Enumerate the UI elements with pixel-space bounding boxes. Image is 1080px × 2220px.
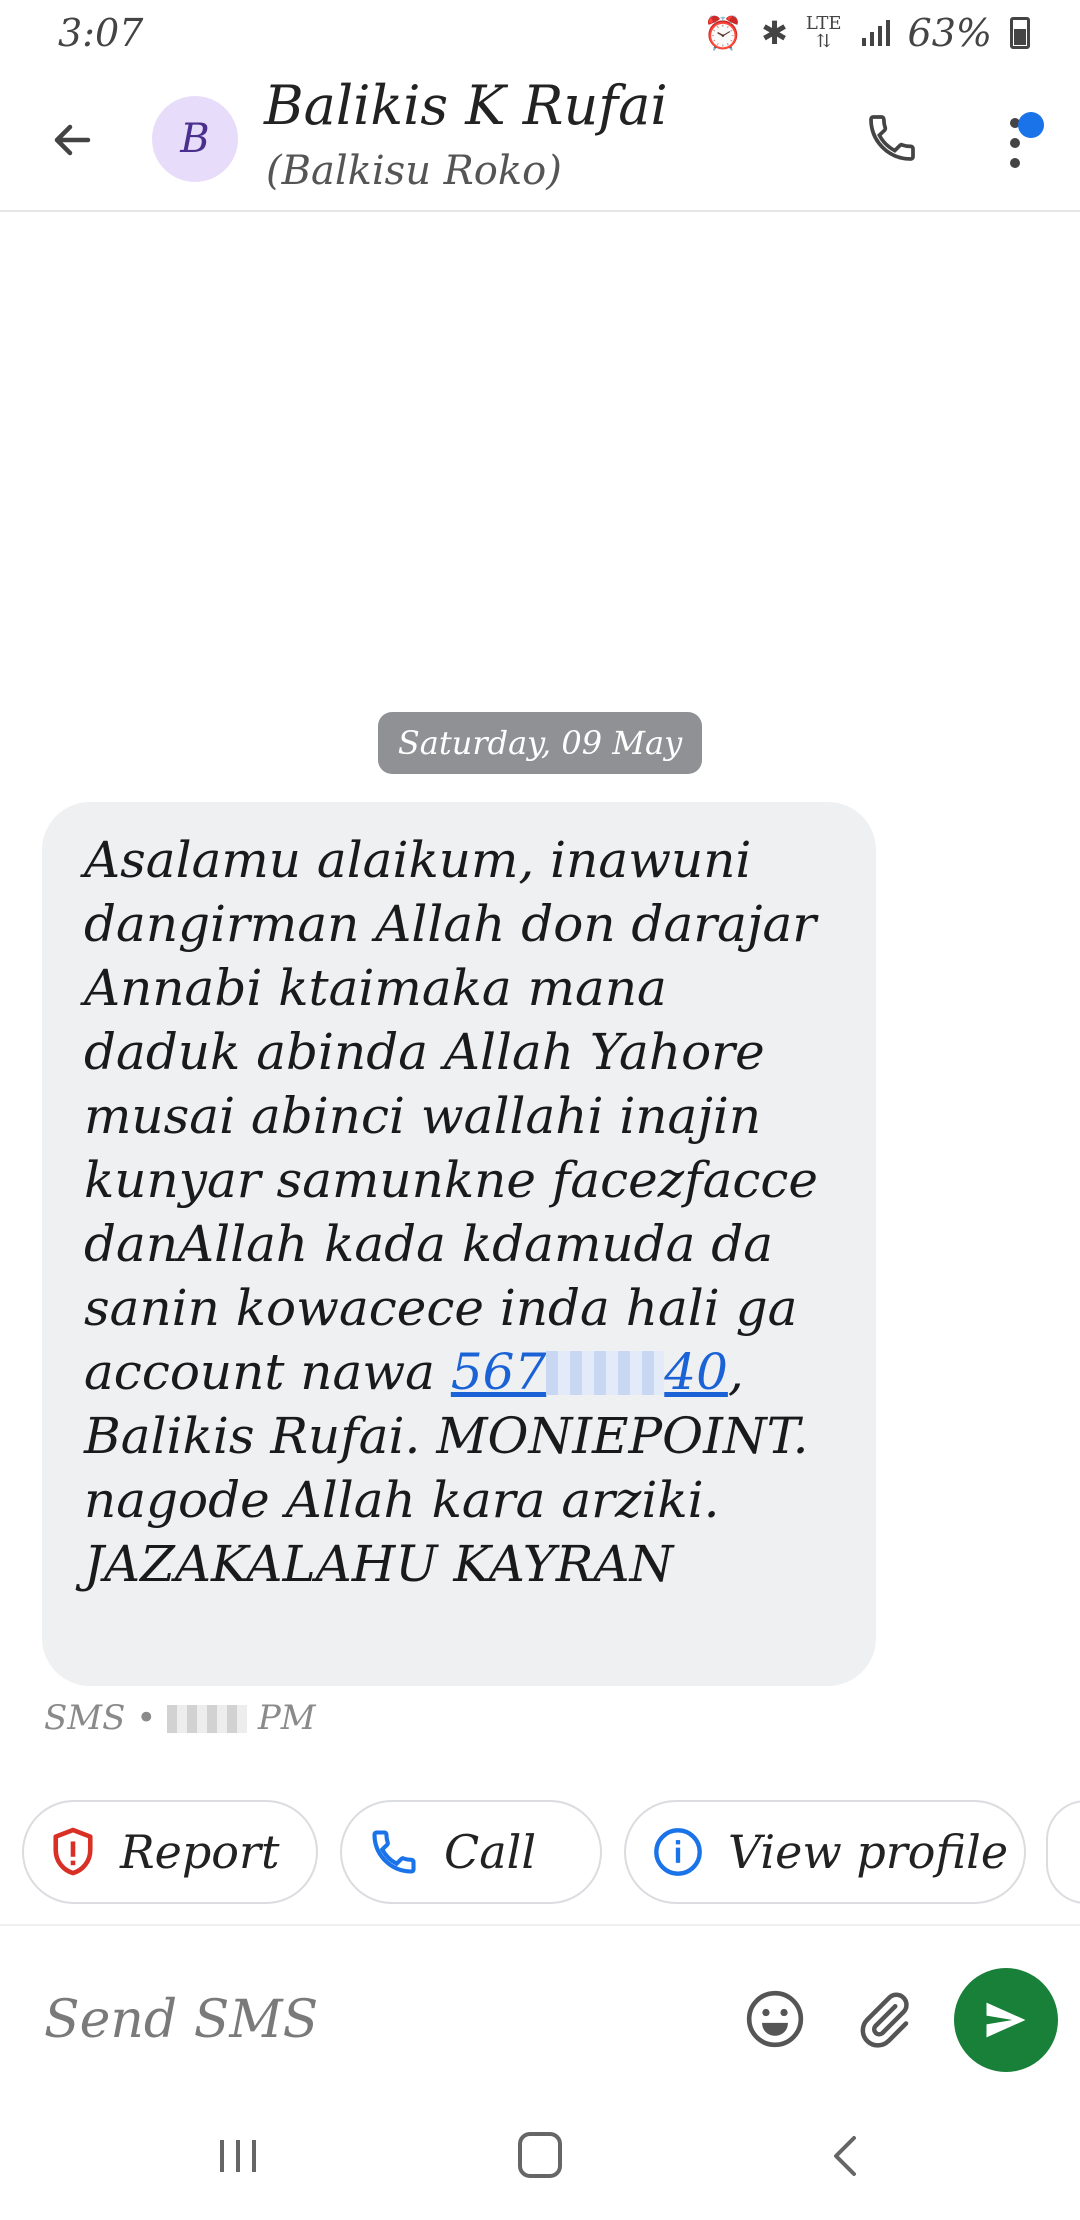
view-profile-label: View profile [728,1825,1009,1879]
signal-icon [861,20,890,46]
avatar[interactable]: B [152,96,238,182]
redacted-digits [546,1351,665,1395]
send-button[interactable] [954,1968,1058,2072]
compose-divider [0,1924,1080,1926]
status-time: 3:07 [58,11,144,55]
battery-icon [1010,17,1030,49]
message-input[interactable]: Send SMS [44,1980,704,2060]
back-button[interactable] [40,108,104,172]
menu-dot [1010,158,1020,168]
message-type: SMS • [44,1698,157,1738]
avatar-letter: B [180,116,210,162]
call-chip[interactable]: Call [340,1800,602,1904]
arrow-back-icon [54,124,91,156]
more-chip[interactable] [1046,1800,1080,1904]
system-nav-bar [0,2120,1080,2220]
notification-dot [1018,112,1044,138]
date-divider: Saturday, 09 May [378,712,702,774]
attach-button[interactable] [854,1990,914,2050]
report-chip[interactable]: Report [22,1800,318,1904]
emoji-icon [746,1990,804,2048]
paperclip-icon [860,1992,909,2048]
info-icon [654,1828,702,1876]
message-text-start: Asalamu alaikum, inawuni dangirman Allah… [84,831,818,1401]
status-bar: 3:07 ⏰ ✱ LTE ⇅ 63% [0,0,1080,66]
more-options-button[interactable] [990,104,1050,184]
recents-icon [220,2140,256,2172]
conversation-header: B Balikis K Rufai (Balkisu Roko) [0,66,1080,212]
message-bubble[interactable]: Asalamu alaikum, inawuni dangirman Allah… [42,802,876,1686]
redacted-time [167,1705,248,1733]
send-icon [986,2002,1026,2038]
view-profile-chip[interactable]: View profile [624,1800,1026,1904]
status-icons: ⏰ ✱ LTE ⇅ 63% [703,11,1030,55]
phone-icon [869,115,915,161]
contact-name[interactable]: Balikis K Rufai [264,74,668,137]
bluetooth-icon: ✱ [761,14,788,52]
lte-indicator: LTE ⇅ [805,13,842,52]
shield-alert-icon [53,1827,93,1876]
alarm-icon: ⏰ [703,14,744,52]
nav-back-button[interactable] [826,2134,866,2178]
recents-button[interactable] [216,2136,262,2176]
suggestion-chips: Report Call View profile [0,1800,1080,1906]
message-time-suffix: PM [257,1698,316,1738]
report-label: Report [120,1825,280,1879]
phone-icon [372,1830,416,1874]
account-number-link[interactable]: 567 40 [451,1343,728,1401]
home-button[interactable] [518,2132,562,2178]
call-label: Call [444,1825,537,1879]
call-button[interactable] [856,102,928,174]
menu-dot [1010,138,1020,148]
message-meta: SMS • PM [44,1698,316,1738]
chevron-left-icon [834,2136,856,2176]
contact-subtitle: (Balkisu Roko) [266,148,562,194]
battery-percent: 63% [907,11,992,55]
emoji-button[interactable] [744,1988,806,2050]
